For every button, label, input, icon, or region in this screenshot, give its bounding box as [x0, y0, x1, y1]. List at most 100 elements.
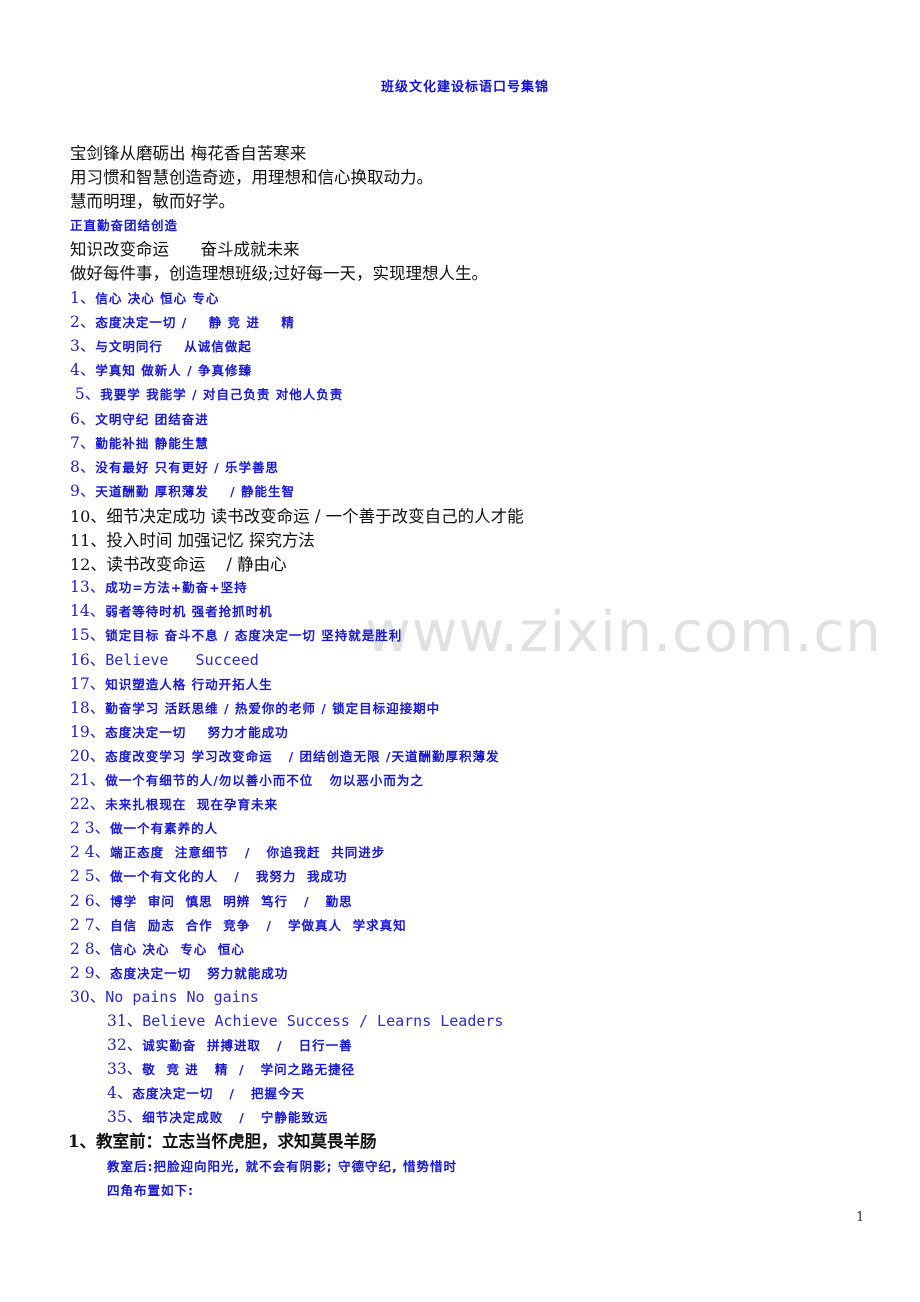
slogan-item: 31、Believe Achieve Success / Learns Lead…	[107, 1009, 503, 1031]
slogan-item: 5、我要学 我能学 / 对自己负责 对他人负责	[70, 382, 343, 404]
slogan-item: 21、做一个有细节的人/勿以善小而不位 勿以恶小而为之	[70, 768, 424, 790]
slogan-text: 信心 决心 专心 恒心	[110, 941, 245, 957]
slogan-number: 16、	[70, 650, 106, 669]
slogan-text: 做一个有细节的人/勿以善小而不位 勿以恶小而为之	[105, 773, 424, 788]
slogan-item: 8、没有最好 只有更好 / 乐学善思	[70, 455, 279, 477]
slogan-text: 文明守纪 团结奋进	[95, 411, 209, 427]
slogan-number: 30、	[70, 987, 106, 1006]
slogan-number: 12、	[70, 555, 107, 575]
slogan-text: 弱者等待时机 强者抢抓时机	[105, 604, 273, 620]
slogan-text: 细节决定成功 读书改变命运 / 一个善于改变自己的人才能	[106, 506, 524, 526]
classroom-back: 教室后:把脸迎向阳光, 就不会有阴影; 守德守纪, 惜势惜时	[107, 1159, 458, 1174]
slogan-item: 20、态度改变学习 学习改变命运 / 团结创造无限 /天道酬勤厚积薄发	[70, 744, 499, 766]
slogan-text: 端正态度 注意细节 / 你追我赶 共同进步	[110, 845, 386, 861]
slogan-item: 9、天道酬勤 厚积薄发 / 静能生智	[70, 479, 295, 501]
slogan-number: 6、	[70, 409, 96, 428]
slogan-number: 2 5、	[70, 867, 111, 886]
slogan-text: 没有最好 只有更好 / 乐学善思	[95, 459, 279, 475]
slogan-item: 2、态度决定一切 / 静 竞 进 精	[70, 310, 295, 332]
slogan-number: 4、	[70, 361, 96, 380]
page-number: 1	[856, 1210, 865, 1225]
slogan-number: 2 9、	[70, 963, 111, 982]
slogan-item: 35、细节决定成败 / 宁静能致远	[107, 1105, 328, 1127]
slogan-number: 15、	[70, 626, 106, 645]
slogan-item: 15、锁定目标 奋斗不息 / 态度决定一切 坚持就是胜利	[70, 623, 402, 645]
slogan-item: 4、学真知 做新人 / 争真修臻	[70, 358, 252, 380]
slogan-item: 2 4、端正态度 注意细节 / 你追我赶 共同进步	[70, 840, 385, 862]
slogan-item: 14、弱者等待时机 强者抢抓时机	[70, 599, 273, 621]
intro-line: 慧而明理，敏而好学。	[70, 192, 235, 211]
slogan-number: 7、	[70, 433, 96, 452]
slogan-number: 2 3、	[70, 819, 111, 838]
slogan-item: 6、文明守纪 团结奋进	[70, 407, 209, 429]
slogan-number: 31、	[107, 1012, 143, 1030]
slogan-text: 成功=方法+勤奋+坚持	[105, 580, 248, 596]
slogan-number: 1、	[70, 289, 96, 307]
slogan-text: 自信 励志 合作 竞争 / 学做真人 学求真知	[110, 917, 407, 933]
slogan-item: 16、Believe Succeed	[70, 648, 259, 670]
slogan-item: 13、成功=方法+勤奋+坚持	[70, 575, 248, 597]
slogan-item: 2 8、信心 决心 专心 恒心	[70, 937, 245, 959]
slogan-text: Believe Succeed	[105, 650, 259, 669]
slogan-number: 20、	[70, 746, 106, 765]
slogan-item: 19、态度决定一切 努力才能成功	[70, 720, 289, 742]
slogan-number: 14、	[70, 602, 106, 621]
slogan-text: 知识塑造人格 行动开拓人生	[105, 676, 273, 692]
slogan-number: 2 7、	[70, 915, 111, 934]
corners-heading: 四角布置如下:	[107, 1183, 194, 1198]
slogan-text: 勤能补拙 静能生慧	[95, 435, 209, 451]
slogan-number: 2、	[70, 313, 96, 332]
slogan-text: 态度改变学习 学习改变命运 / 团结创造无限 /天道酬勤厚积薄发	[105, 748, 500, 764]
slogan-number: 8、	[70, 457, 96, 476]
slogan-number: 9、	[70, 481, 96, 500]
slogan-item: 33、敬 竞 进 精 / 学问之路无捷径	[107, 1057, 355, 1079]
slogan-text: 态度决定一切 / 静 竞 进 精	[95, 315, 295, 331]
slogan-text: 锁定目标 奋斗不息 / 态度决定一切 坚持就是胜利	[105, 628, 403, 644]
slogan-text: 态度决定一切 努力才能成功	[105, 724, 289, 740]
slogan-item: 11、投入时间 加强记忆 探究方法	[70, 527, 315, 551]
document-page: 班级文化建设标语口号集锦 宝剑锋从磨砺出 梅花香自苦寒来 用习惯和智慧创造奇迹，…	[0, 0, 920, 1302]
slogan-number: 33、	[107, 1060, 143, 1079]
slogan-number: 21、	[70, 771, 106, 789]
intro-line: 用习惯和智慧创造奇迹，用理想和信心换取动力。	[70, 168, 433, 187]
slogan-number: 2 4、	[70, 843, 111, 862]
slogan-item: 2 5、做一个有文化的人 / 我努力 我成功	[70, 864, 348, 886]
slogan-item: 18、勤奋学习 活跃思维 / 热爱你的老师 / 锁定目标迎接期中	[70, 696, 440, 718]
intro-line: 做好每件事，创造理想班级;过好每一天，实现理想人生。	[70, 264, 489, 283]
blue-slogan: 正直勤奋团结创造	[70, 218, 179, 233]
slogan-number: 3、	[70, 337, 96, 356]
slogan-item: 4、态度决定一切 / 把握今天	[107, 1081, 305, 1103]
slogan-text: 态度决定一切 / 把握今天	[132, 1086, 306, 1102]
slogan-item: 2 3、做一个有素养的人	[70, 816, 218, 838]
slogan-number: 4、	[107, 1084, 133, 1103]
slogan-text: 未来扎根现在 现在孕育未来	[105, 797, 278, 813]
slogan-item: 2 7、自信 励志 合作 竞争 / 学做真人 学求真知	[70, 913, 407, 935]
intro-line: 宝剑锋从磨砺出 梅花香自苦寒来	[70, 144, 307, 163]
slogan-number: 10、	[70, 506, 107, 526]
slogan-item: 12、读书改变命运 / 静由心	[70, 551, 287, 575]
slogan-number: 18、	[70, 698, 106, 717]
intro-line: 知识改变命运 奋斗成就未来	[70, 240, 300, 259]
slogan-number: 2 6、	[70, 891, 111, 910]
slogan-number: 22、	[70, 795, 106, 814]
slogan-number: 5、	[70, 385, 101, 404]
slogan-item: 30、No pains No gains	[70, 985, 259, 1007]
slogan-text: 做一个有素养的人	[110, 821, 219, 837]
slogan-number: 11、	[70, 531, 107, 550]
slogan-text: 做一个有文化的人 / 我努力 我成功	[110, 869, 348, 885]
slogan-text: 读书改变命运 / 静由心	[106, 555, 287, 575]
slogan-text: 我要学 我能学 / 对自己负责 对他人负责	[100, 387, 344, 403]
slogan-text: No pains No gains	[105, 987, 259, 1006]
slogan-item: 7、勤能补拙 静能生慧	[70, 431, 209, 453]
slogan-item: 2 6、博学 审问 慎思 明辨 笃行 / 勤思	[70, 889, 353, 911]
slogan-number: 2 8、	[70, 939, 111, 958]
slogan-item: 1、信心 决心 恒心 专心	[70, 286, 219, 308]
slogan-text: 天道酬勤 厚积薄发 / 静能生智	[95, 483, 296, 499]
slogan-item: 3、与文明同行 从诚信做起	[70, 334, 252, 356]
slogan-text: 勤奋学习 活跃思维 / 热爱你的老师 / 锁定目标迎接期中	[105, 700, 441, 716]
slogan-text: 信心 决心 恒心 专心	[95, 291, 220, 306]
slogan-text: 与文明同行 从诚信做起	[95, 339, 252, 355]
slogan-item: 10、细节决定成功 读书改变命运 / 一个善于改变自己的人才能	[70, 503, 524, 527]
classroom-front: 1、教室前：立志当怀虎胆，求知莫畏羊肠	[68, 1132, 377, 1151]
slogan-number: 17、	[70, 674, 106, 693]
